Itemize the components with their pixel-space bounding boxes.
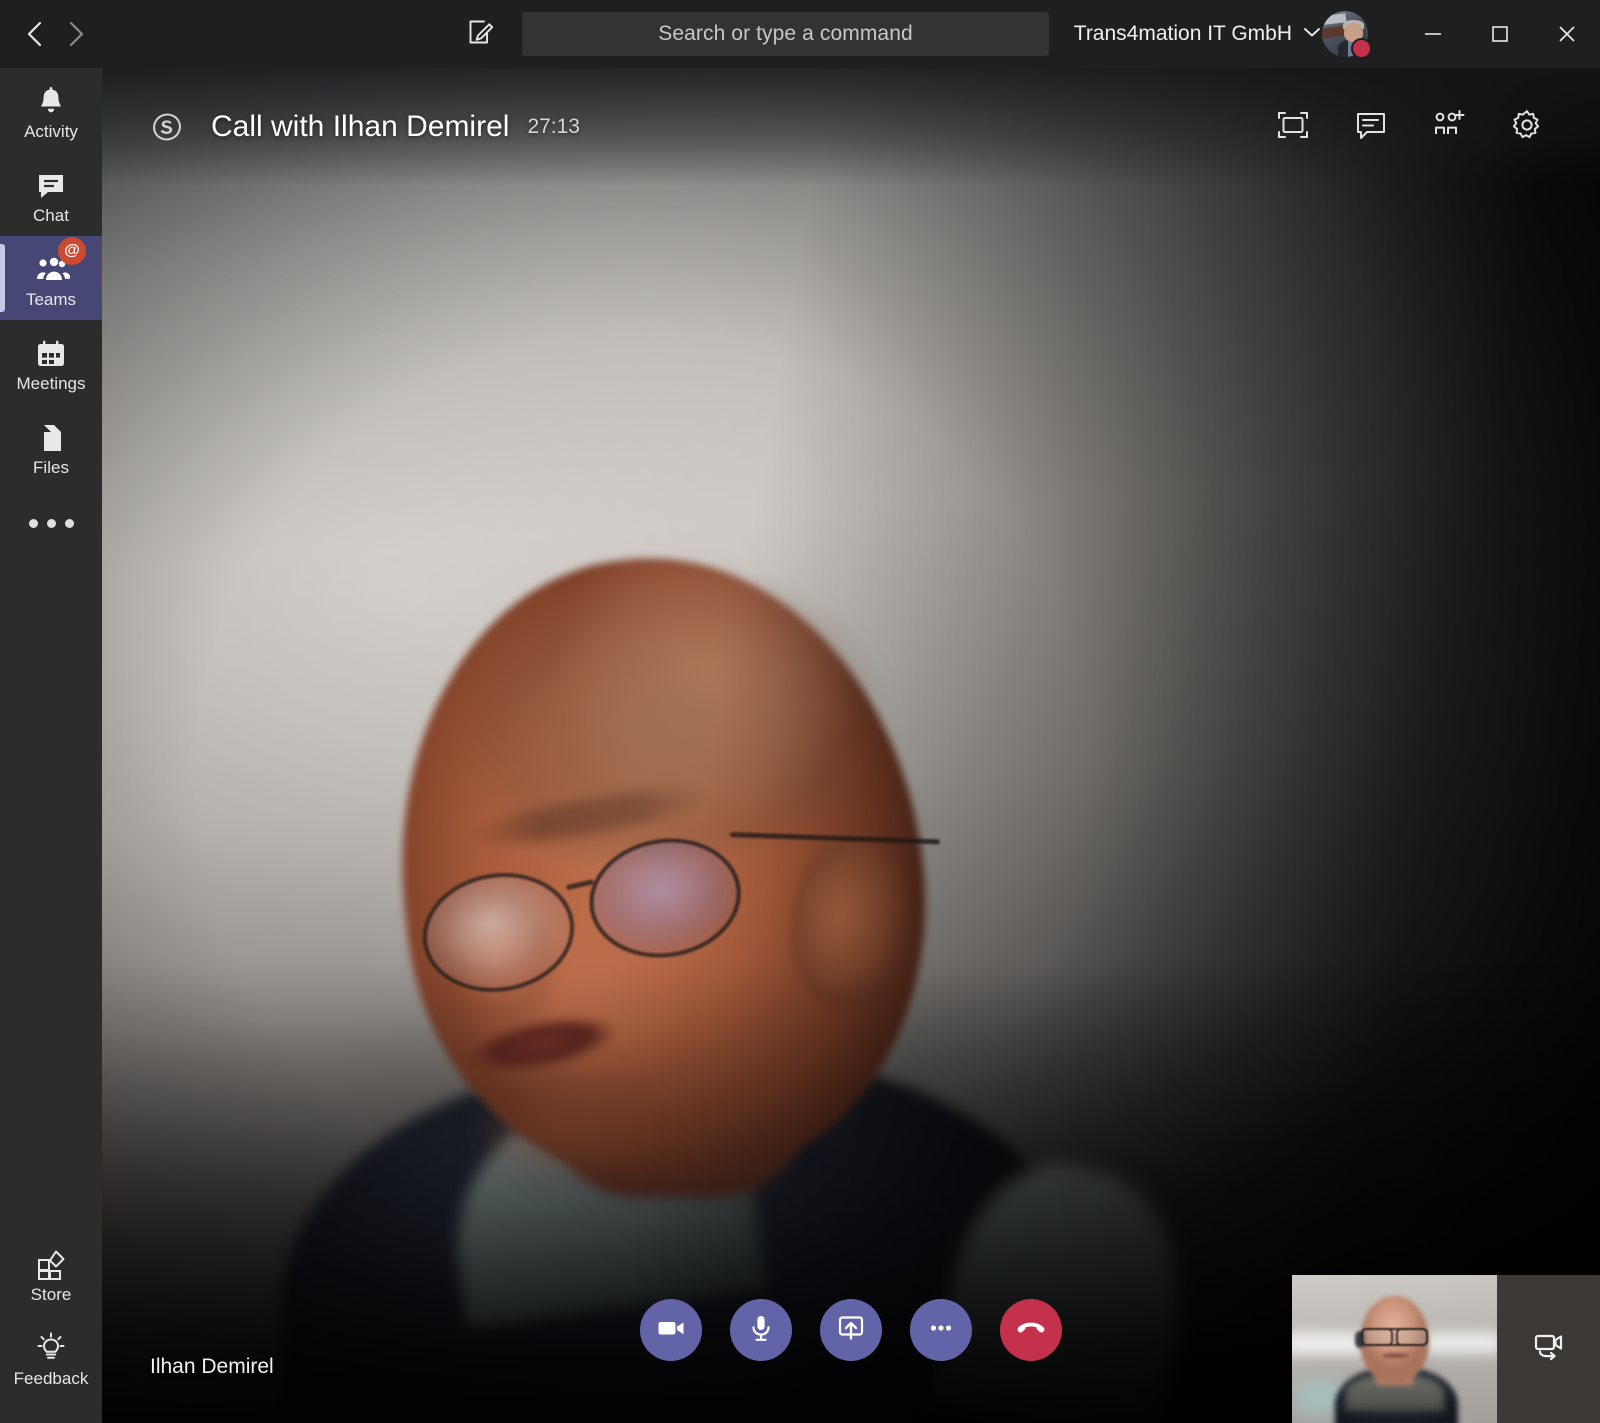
store-icon [34,1244,68,1282]
sidebar-item-label: Teams [25,289,77,309]
call-header-actions [1267,101,1553,153]
switch-camera-icon [1529,1327,1569,1372]
sidebar-item-label: Feedback [13,1368,89,1388]
sidebar-item-label: Chat [33,205,69,225]
video-camera-icon [655,1312,687,1349]
device-settings-button[interactable] [1501,101,1553,153]
navigation-arrows [0,0,110,68]
status-badge [1351,38,1372,59]
window-controls [1399,0,1600,68]
bell-icon [34,81,68,119]
ellipsis-dot [28,518,38,528]
maximize-button[interactable] [1466,0,1533,68]
call-timer: 27:13 [527,115,580,138]
fullscreen-button[interactable] [1267,101,1319,153]
hangup-button[interactable] [1000,1299,1062,1361]
minimize-button[interactable] [1399,0,1466,68]
share-screen-button[interactable] [820,1299,882,1361]
self-view-video[interactable] [1292,1275,1497,1423]
hangup-phone-icon [1014,1311,1048,1350]
teams-call-window: Search or type a command Trans4mation IT… [0,0,1600,1423]
share-screen-icon [835,1312,867,1349]
ellipsis-dot [46,518,56,528]
video-vignette [102,68,1600,1423]
sidebar-item-teams[interactable]: @ Teams [0,236,102,320]
search-placeholder: Search or type a command [658,22,913,45]
back-button[interactable] [18,17,52,51]
mention-badge: @ [58,236,86,265]
org-name: Trans4mation IT GmbH [1073,22,1292,45]
toggle-mute-button[interactable] [730,1299,792,1361]
left-navigation-rail: Activity Chat @ Teams Meetings Files Sto… [0,68,102,1423]
search-input[interactable]: Search or type a command [522,12,1049,56]
call-title: Call with Ilhan Demirel [211,110,510,143]
title-bar: Search or type a command Trans4mation IT… [0,0,1600,68]
chevron-down-icon [1303,25,1321,43]
toggle-camera-button[interactable] [640,1299,702,1361]
org-switcher[interactable]: Trans4mation IT GmbH [1074,0,1321,68]
compose-icon [466,17,496,52]
sidebar-item-store[interactable]: Store [0,1231,102,1315]
teams-icon: @ [32,236,86,287]
lightbulb-icon [34,1328,68,1366]
gear-icon [1510,108,1544,147]
sidebar-item-feedback[interactable]: Feedback [0,1315,102,1399]
more-apps-button[interactable] [0,488,102,558]
sidebar-item-label: Meetings [16,373,86,393]
microphone-icon [745,1312,777,1349]
sidebar-item-activity[interactable]: Activity [0,68,102,152]
skype-icon [150,110,184,144]
ellipsis-dot [64,518,74,528]
more-actions-button[interactable] [910,1299,972,1361]
add-people-button[interactable] [1423,101,1475,153]
chat-bubble-icon [1354,108,1388,147]
calendar-icon [34,333,68,371]
remote-video-feed [102,68,1600,1423]
forward-button[interactable] [59,17,93,51]
switch-camera-button[interactable] [1497,1275,1600,1423]
sidebar-item-files[interactable]: Files [0,404,102,488]
sidebar-item-chat[interactable]: Chat [0,152,102,236]
new-chat-button[interactable] [458,0,504,68]
file-icon [34,417,68,455]
ellipsis-icon [925,1312,957,1349]
sidebar-item-label: Activity [24,121,78,141]
sidebar-item-label: Files [33,457,69,477]
sidebar-item-label: Store [30,1284,72,1304]
show-conversation-button[interactable] [1345,101,1397,153]
sidebar-item-meetings[interactable]: Meetings [0,320,102,404]
rail-bottom-group: Store Feedback [0,1231,102,1399]
call-stage: Call with Ilhan Demirel 27:13 Ilhan Demi… [102,68,1600,1423]
add-person-icon [1432,108,1466,147]
fullscreen-icon [1276,108,1310,147]
chat-icon [34,165,68,203]
close-button[interactable] [1533,0,1600,68]
call-header: Call with Ilhan Demirel 27:13 [102,68,1600,186]
